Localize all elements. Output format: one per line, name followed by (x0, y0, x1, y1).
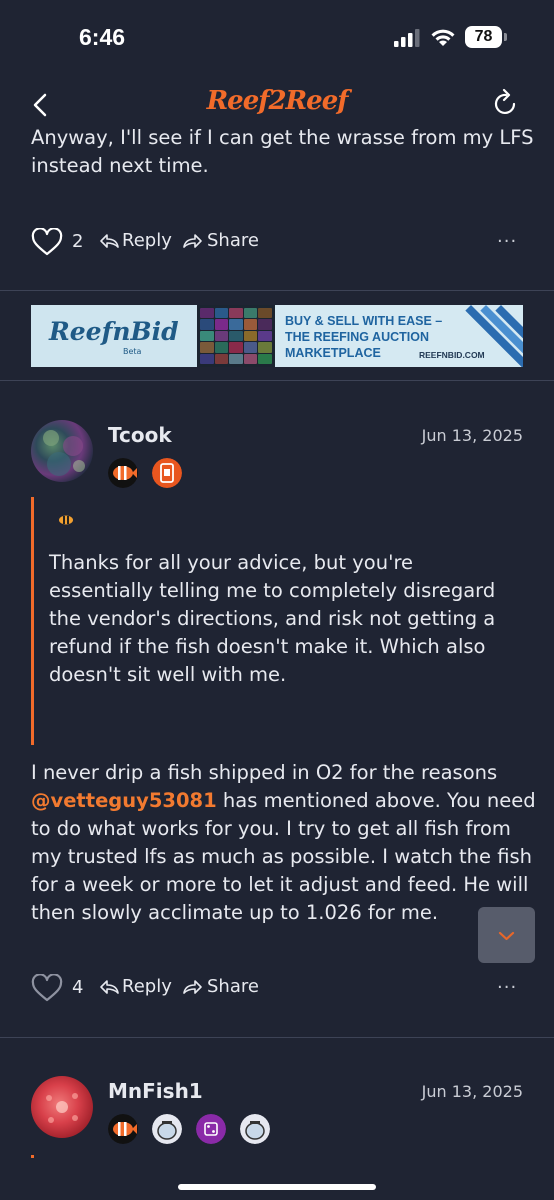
quote-icon (59, 515, 73, 525)
reply-label: Reply (122, 976, 172, 997)
reload-icon[interactable] (492, 88, 520, 118)
reply-button[interactable]: Reply (99, 230, 172, 251)
post-body: I never drip a fish shipped in O2 for th… (31, 761, 536, 924)
post-actions: 2 Reply Share ... (31, 226, 531, 258)
scroll-down-button[interactable] (478, 907, 535, 963)
heart-icon[interactable] (31, 228, 63, 256)
status-bar: 6:46 78 (0, 0, 554, 76)
quote-bar (31, 497, 34, 745)
heart-icon[interactable] (31, 974, 63, 1002)
banner-thumbnails (197, 305, 275, 367)
share-label: Share (207, 230, 259, 251)
purple-badge (196, 1114, 226, 1144)
avatar-image (43, 430, 85, 476)
post-date: Jun 13, 2025 (421, 1082, 523, 1101)
divider (0, 290, 554, 291)
fishbowl-badge (240, 1114, 270, 1144)
quote-marker (31, 1155, 34, 1158)
avatar[interactable] (31, 1076, 93, 1138)
wifi-icon (431, 29, 455, 46)
chevron-down-icon (498, 931, 515, 941)
more-icon[interactable]: ... (497, 226, 517, 247)
more-icon[interactable]: ... (497, 972, 517, 993)
fishbowl-badge (152, 1114, 182, 1144)
mention-link[interactable]: @vetteguy53081 (31, 789, 217, 812)
share-button[interactable]: Share (183, 230, 259, 251)
banner-brand: ReefnBid Beta (31, 305, 197, 367)
reply-button[interactable]: Reply (99, 976, 172, 997)
share-button[interactable]: Share (183, 976, 259, 997)
battery-icon: 78 (465, 26, 507, 48)
share-label: Share (207, 976, 259, 997)
divider (0, 1037, 554, 1038)
username[interactable]: MnFish1 (108, 1079, 203, 1103)
signal-icon (394, 29, 420, 47)
reply-icon (100, 233, 119, 248)
reply-label: Reply (122, 230, 172, 251)
divider (0, 380, 554, 381)
ad-banner[interactable]: ReefnBid Beta BUY & SELL WITH EASE – THE… (31, 305, 523, 367)
share-icon (183, 979, 202, 994)
reply-icon (100, 979, 119, 994)
banner-site: REEFNBID.COM (419, 350, 485, 360)
username[interactable]: Tcook (108, 423, 172, 447)
post-date: Jun 13, 2025 (421, 426, 523, 445)
post-actions: 4 Reply Share ... (31, 972, 531, 1004)
battery-level: 78 (465, 26, 502, 48)
quote-text: Thanks for all your advice, but you're e… (49, 551, 496, 686)
clownfish-badge (108, 458, 138, 488)
like-count: 2 (72, 231, 84, 252)
like-count: 4 (72, 977, 84, 998)
home-indicator[interactable] (178, 1184, 376, 1190)
avatar[interactable] (31, 420, 93, 482)
share-icon (183, 233, 202, 248)
clownfish-badge (108, 1114, 138, 1144)
post-body: Anyway, I'll see if I can get the wrasse… (31, 126, 534, 177)
site-logo[interactable]: Reef2Reef (0, 86, 554, 116)
phone-badge (152, 458, 182, 488)
avatar-image (46, 1093, 78, 1123)
status-time: 6:46 (79, 24, 126, 50)
